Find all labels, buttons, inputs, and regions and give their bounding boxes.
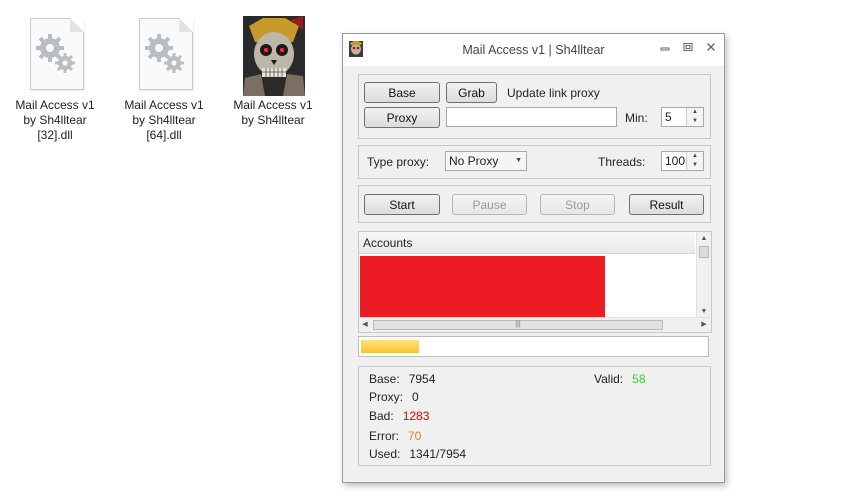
type-proxy-label: Type proxy:: [367, 155, 430, 169]
valid-stat: Valid: 58: [594, 372, 646, 386]
bad-stat-value: 1283: [402, 409, 430, 423]
minimize-button[interactable]: [656, 42, 674, 56]
progress-fill: [361, 340, 419, 353]
valid-stat-label: Valid:: [594, 372, 624, 386]
type-proxy-value: No Proxy: [449, 154, 499, 168]
desktop-icon-app[interactable]: Mail Access v1 by Sh4lltear: [223, 16, 323, 128]
bad-stat-label: Bad:: [369, 409, 394, 423]
threads-spin-buttons[interactable]: ▲ ▼: [686, 152, 703, 170]
base-button[interactable]: Base: [364, 82, 440, 103]
desktop-icon-label: Mail Access v1 by Sh4lltear: [233, 98, 313, 127]
vertical-scroll-thumb[interactable]: [699, 246, 709, 258]
horizontal-scroll-thumb[interactable]: |||: [373, 320, 663, 330]
spin-up-icon[interactable]: ▲: [687, 108, 703, 117]
type-proxy-select[interactable]: No Proxy ▼: [445, 151, 527, 171]
proxy-link-input[interactable]: [446, 107, 617, 127]
threads-value: 100: [665, 154, 686, 168]
progress-bar: [358, 336, 709, 357]
threads-stepper[interactable]: 100 ▲ ▼: [661, 151, 704, 171]
app-window: Mail Access v1 | Sh4lltear Base Grab Upd…: [342, 33, 725, 483]
update-link-proxy-label: Update link proxy: [507, 86, 600, 100]
maximize-icon: [683, 43, 693, 51]
base-stat-value: 7954: [408, 372, 436, 386]
pause-button[interactable]: Pause: [452, 194, 527, 215]
scroll-left-icon[interactable]: ◀: [359, 318, 371, 332]
error-stat-value: 70: [408, 429, 422, 443]
close-icon: [707, 43, 715, 51]
chevron-down-icon: ▼: [515, 157, 522, 164]
minimize-icon: [660, 47, 670, 51]
actions-group: Start Pause Stop Result: [358, 185, 711, 223]
dll-file-icon: [129, 16, 199, 94]
settings-group: Type proxy: No Proxy ▼ Threads: 100 ▲ ▼: [358, 145, 711, 179]
grab-button[interactable]: Grab: [446, 82, 497, 103]
used-stat-value: 1341/7954: [409, 447, 467, 461]
stats-panel: Base: 7954 Valid: 58 Proxy: 0 Bad: 1283 Erro…: [358, 366, 711, 466]
spin-down-icon[interactable]: ▼: [687, 161, 703, 170]
proxy-group: Base Grab Update link proxy Proxy Min: 5…: [358, 74, 711, 139]
vertical-scrollbar[interactable]: ▲ ▼: [696, 232, 711, 318]
base-stat-label: Base:: [369, 372, 400, 386]
title-bar[interactable]: Mail Access v1 | Sh4lltear: [343, 34, 724, 66]
start-button[interactable]: Start: [364, 194, 440, 215]
accounts-list[interactable]: Accounts ▲ ▼ ◀ ||| ▶: [358, 231, 712, 333]
proxy-stat-value: 0: [412, 390, 419, 404]
bad-stat: Bad: 1283: [369, 409, 429, 423]
scroll-right-icon[interactable]: ▶: [697, 318, 711, 332]
stop-button[interactable]: Stop: [540, 194, 615, 215]
proxy-button[interactable]: Proxy: [364, 107, 440, 128]
skull-app-icon: [238, 16, 308, 96]
valid-stat-value: 58: [632, 372, 646, 386]
horizontal-scrollbar[interactable]: ◀ ||| ▶: [359, 317, 711, 332]
spin-down-icon[interactable]: ▼: [687, 117, 703, 126]
min-value: 5: [665, 110, 672, 124]
threads-label: Threads:: [598, 155, 646, 169]
desktop-icon-dll-64[interactable]: Mail Access v1 by Sh4lltear [64].dll: [114, 16, 214, 143]
desktop-icon-label: Mail Access v1 by Sh4lltear [32].dll: [15, 98, 95, 142]
error-stat: Error: 70: [369, 429, 421, 443]
error-stat-label: Error:: [369, 429, 399, 443]
min-spin-buttons[interactable]: ▲ ▼: [686, 108, 703, 126]
desktop-icon-dll-32[interactable]: Mail Access v1 by Sh4lltear [32].dll: [5, 16, 105, 143]
desktop-icon-label: Mail Access v1 by Sh4lltear [64].dll: [124, 98, 204, 142]
used-stat: Used: 1341/7954: [369, 447, 466, 461]
close-button[interactable]: [702, 42, 720, 56]
min-label: Min:: [625, 111, 648, 125]
dll-file-icon: [20, 16, 90, 94]
accounts-column-header[interactable]: Accounts: [359, 232, 695, 254]
maximize-button[interactable]: [679, 42, 697, 56]
base-stat: Base: 7954: [369, 372, 435, 386]
accounts-list-content: [360, 256, 605, 318]
proxy-stat-label: Proxy:: [369, 390, 404, 404]
spin-up-icon[interactable]: ▲: [687, 152, 703, 161]
scroll-up-icon[interactable]: ▲: [697, 232, 711, 245]
proxy-stat: Proxy: 0: [369, 390, 419, 404]
used-stat-label: Used:: [369, 447, 401, 461]
result-button[interactable]: Result: [629, 194, 704, 215]
min-stepper[interactable]: 5 ▲ ▼: [661, 107, 704, 127]
